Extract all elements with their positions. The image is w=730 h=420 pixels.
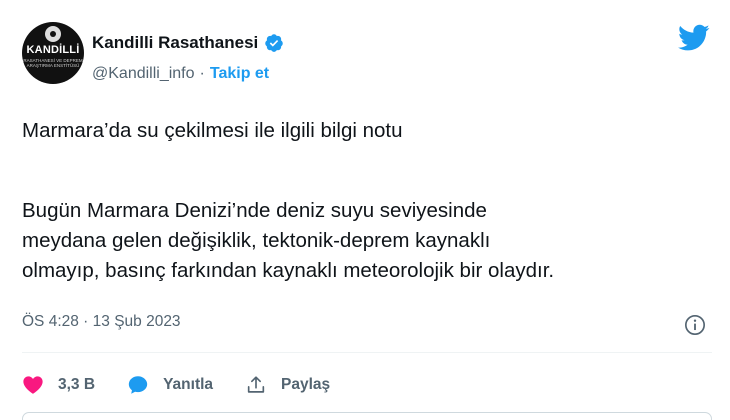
avatar[interactable]: KANDİLLİ RASATHANESİ VE DEPREM ARAŞTIRMA… xyxy=(22,22,84,84)
author-name[interactable]: Kandilli Rasathanesi xyxy=(92,33,258,53)
reply-label: Yanıtla xyxy=(163,376,214,393)
share-button[interactable]: Paylaş xyxy=(245,374,330,396)
tweet-body-line: Bugün Marmara Denizi’nde deniz suyu sevi… xyxy=(22,199,487,222)
separator-dot: · xyxy=(199,65,205,82)
twitter-bird-icon[interactable] xyxy=(678,24,710,52)
tweet-body-line: meydana gelen değişiklik, tektonik-depre… xyxy=(22,229,491,252)
tweet-title: Marmara’da su çekilmesi ile ilgili bilgi… xyxy=(22,119,403,142)
share-upload-icon xyxy=(247,376,265,393)
handle-row: @Kandilli_info · Takip et xyxy=(92,64,269,84)
follow-button[interactable]: Takip et xyxy=(210,65,269,83)
tweet-body-line: olmayıp, basınç farkından kaynaklı meteo… xyxy=(22,259,555,282)
tweet-timestamp[interactable]: ÖS 4:28 · 13 Şub 2023 xyxy=(22,313,181,331)
emblem-icon xyxy=(45,26,61,42)
author-name-row: Kandilli Rasathanesi xyxy=(92,32,284,54)
reply-button[interactable]: Yanıtla xyxy=(127,374,213,396)
like-button[interactable]: 3,3 B xyxy=(22,374,95,396)
like-count: 3,3 B xyxy=(58,376,96,393)
avatar-logo-title: KANDİLLİ xyxy=(26,44,80,56)
read-replies-button[interactable] xyxy=(22,412,712,420)
divider xyxy=(22,352,712,353)
avatar-logo-subtitle: RASATHANESİ VE DEPREM ARAŞTIRMA ENSTİTÜS… xyxy=(23,58,83,68)
action-bar: 3,3 B Yanıtla Paylaş xyxy=(22,374,362,396)
share-label: Paylaş xyxy=(281,376,331,393)
comment-bubble-icon xyxy=(128,376,148,394)
info-icon[interactable] xyxy=(684,314,706,336)
heart-icon xyxy=(23,376,43,394)
tweet-card: KANDİLLİ RASATHANESİ VE DEPREM ARAŞTIRMA… xyxy=(0,0,730,420)
author-handle[interactable]: @Kandilli_info xyxy=(92,65,195,83)
verified-badge-icon xyxy=(265,34,284,52)
